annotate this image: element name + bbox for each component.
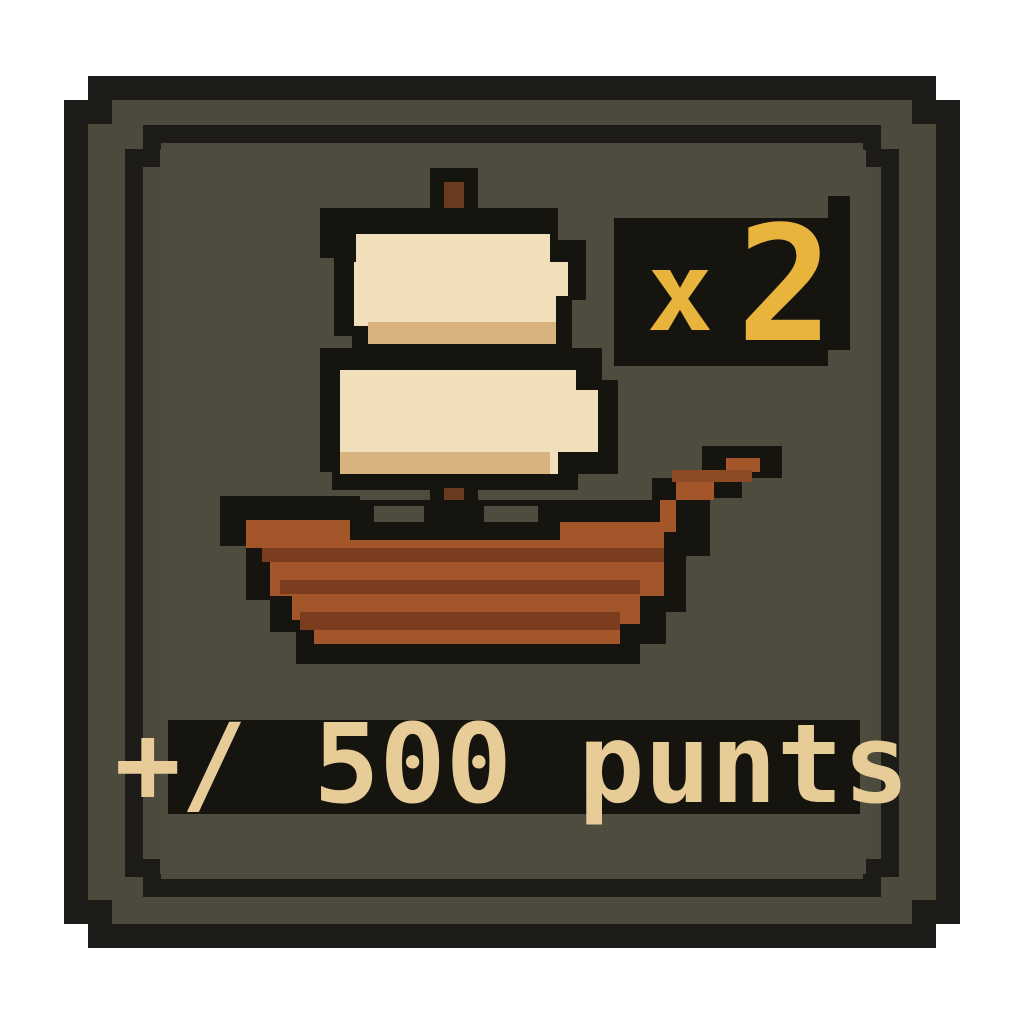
reward-tile: x 2 +/ 500 punts [64,76,960,948]
reward-card: x 2 +/ 500 punts [0,0,1024,1024]
reward-text: +/ 500 punts [115,700,910,828]
multiplier-x-label: x [647,228,713,356]
reward-plate: +/ 500 punts [115,700,910,828]
multiplier-value-label: 2 [737,191,833,378]
multiplier-badge: x 2 [614,191,850,378]
